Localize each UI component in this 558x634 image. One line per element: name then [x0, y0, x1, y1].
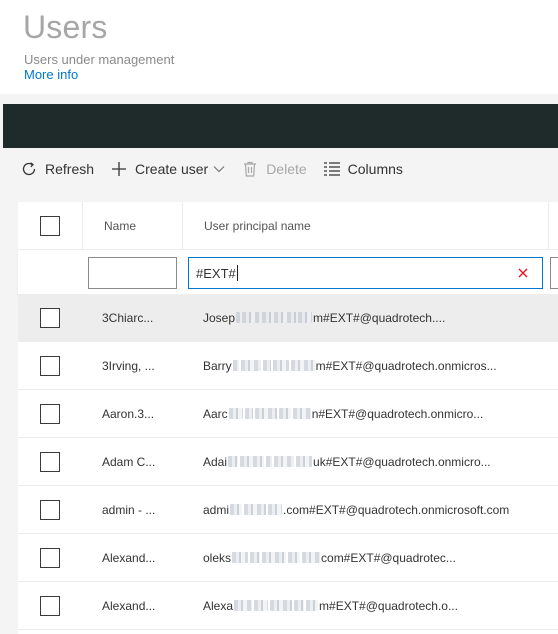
more-info-link[interactable]: More info [24, 67, 78, 82]
column-header-upn[interactable]: User principal name [182, 202, 548, 249]
redacted-blur [233, 600, 319, 611]
page-subtitle: Users under management [24, 52, 175, 67]
cell-upn[interactable]: Adai uk#EXT#@quadrotech.onmicro... [182, 438, 548, 485]
clear-filter-icon[interactable] [516, 266, 530, 280]
redacted-blur [229, 504, 283, 515]
refresh-icon [18, 158, 40, 180]
upn-start-text: Barry [203, 358, 232, 373]
grid-header: Name User principal name [18, 202, 558, 250]
table-row[interactable]: Alexand... Alexa m#EXT#@quadrotech.o... [18, 582, 558, 630]
users-grid: Name User principal name #EXT# 3Chiarc..… [18, 202, 558, 634]
name-filter-input[interactable] [88, 257, 177, 289]
text-caret [236, 265, 238, 281]
chevron-down-icon [213, 165, 225, 173]
upn-end-text: m#EXT#@quadrotech.onmicros... [315, 358, 497, 373]
redacted-blur [235, 312, 313, 323]
cell-name[interactable]: Adam C... [82, 438, 182, 485]
table-row[interactable]: Alexand... oleks com#EXT#@quadrotec... [18, 534, 558, 582]
select-all-checkbox[interactable] [40, 215, 60, 236]
row-checkbox[interactable] [40, 307, 60, 328]
command-bar: Refresh Create user Delete Columns [18, 150, 558, 188]
dark-banner [3, 104, 558, 148]
upn-end-text: m#EXT#@quadrotech.o... [319, 598, 458, 613]
upn-end-text: com#EXT#@quadrotec... [321, 550, 456, 565]
redacted-blur [232, 360, 316, 371]
cell-name[interactable]: admin - ... [82, 486, 182, 533]
grid-rows: 3Chiarc... Josep m#EXT#@quadrotech.... 3Irv… [18, 294, 558, 630]
upn-end-text: .com#EXT#@quadrotech.onmicrosoft.com [283, 502, 510, 517]
next-column-filter-input[interactable] [550, 257, 558, 289]
create-user-button[interactable]: Create user [108, 150, 225, 188]
delete-button[interactable]: Delete [239, 150, 307, 188]
cell-upn[interactable]: Aarc n#EXT#@quadrotech.onmicro... [182, 390, 548, 437]
page-title: Users [23, 9, 108, 45]
page-header: Users Users under management More info [0, 0, 558, 94]
row-checkbox[interactable] [40, 451, 60, 472]
columns-label: Columns [347, 161, 403, 177]
upn-start-text: Josep [203, 310, 236, 325]
columns-button[interactable]: Columns [321, 150, 403, 188]
table-row[interactable]: Adam C... Adai uk#EXT#@quadrotech.onmicro.… [18, 438, 558, 486]
cell-upn[interactable]: admi .com#EXT#@quadrotech.onmicrosoft.com [182, 486, 548, 533]
cell-name[interactable]: Alexand... [82, 534, 182, 581]
upn-start-text: Alexa [203, 598, 234, 613]
row-checkbox[interactable] [40, 403, 60, 424]
row-checkbox[interactable] [40, 595, 60, 616]
cell-upn[interactable]: Alexa m#EXT#@quadrotech.o... [182, 582, 548, 629]
upn-start-text: Adai [203, 454, 228, 469]
refresh-button[interactable]: Refresh [18, 150, 94, 188]
table-row[interactable]: admin - ... admi .com#EXT#@quadrotech.onmi… [18, 486, 558, 534]
upn-end-text: m#EXT#@quadrotech.... [313, 310, 446, 325]
cell-upn[interactable]: oleks com#EXT#@quadrotec... [182, 534, 548, 581]
row-checkbox[interactable] [40, 547, 60, 568]
upn-start-text: oleks [203, 550, 232, 565]
create-user-label: Create user [135, 161, 209, 177]
cell-name[interactable]: 3Chiarc... [82, 294, 182, 341]
table-row[interactable]: 3Chiarc... Josep m#EXT#@quadrotech.... [18, 294, 558, 342]
cell-upn[interactable]: Josep m#EXT#@quadrotech.... [182, 294, 548, 341]
upn-end-text: uk#EXT#@quadrotech.onmicro... [313, 454, 491, 469]
upn-start-text: admi [203, 502, 230, 517]
row-checkbox[interactable] [40, 499, 60, 520]
upn-filter-input[interactable]: #EXT# [188, 257, 543, 289]
table-row[interactable]: Aaron.3... Aarc n#EXT#@quadrotech.onmicro.… [18, 390, 558, 438]
table-row[interactable]: 3Irving, ... Barry m#EXT#@quadrotech.onmic… [18, 342, 558, 390]
cell-name[interactable]: 3Irving, ... [82, 342, 182, 389]
row-checkbox[interactable] [40, 355, 60, 376]
redacted-blur [231, 552, 321, 563]
delete-label: Delete [266, 161, 307, 177]
cell-upn[interactable]: Barry m#EXT#@quadrotech.onmicros... [182, 342, 548, 389]
columns-icon [321, 158, 343, 180]
redacted-blur [227, 456, 313, 467]
plus-icon [108, 158, 130, 180]
trash-icon [239, 158, 261, 180]
cell-name[interactable]: Aaron.3... [82, 390, 182, 437]
upn-end-text: n#EXT#@quadrotech.onmicro... [311, 406, 484, 421]
column-divider [548, 202, 558, 249]
upn-start-text: Aarc [203, 406, 228, 421]
upn-filter-value: #EXT# [196, 265, 236, 281]
redacted-blur [228, 408, 312, 419]
refresh-label: Refresh [45, 161, 95, 177]
cell-name[interactable]: Alexand... [82, 582, 182, 629]
column-header-name[interactable]: Name [82, 202, 182, 249]
